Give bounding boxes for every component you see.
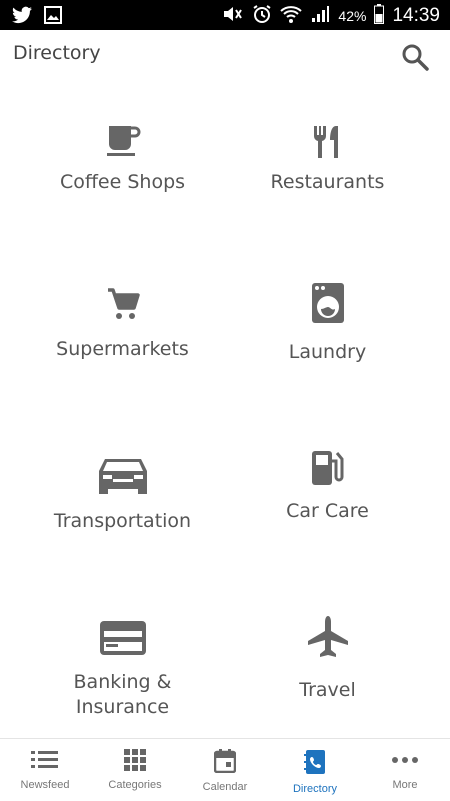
page-title: Directory [13, 42, 101, 64]
nav-label: Categories [108, 779, 162, 791]
search-button[interactable] [400, 42, 430, 72]
list-icon [31, 751, 58, 768]
laundry-icon [311, 283, 344, 323]
category-laundry[interactable]: Laundry [215, 282, 440, 365]
calendar-icon [214, 749, 236, 773]
category-travel[interactable]: Travel [215, 614, 440, 703]
category-label: Supermarkets [56, 338, 189, 360]
cart-icon [107, 288, 140, 319]
wifi-icon [280, 4, 303, 28]
contacts-book-icon [304, 750, 325, 774]
category-label: Laundry [288, 341, 367, 363]
battery-percent: 42% [338, 8, 367, 24]
category-transportation[interactable]: Transportation [10, 455, 235, 534]
nav-label: Directory [292, 783, 337, 795]
coffee-icon [106, 126, 140, 156]
category-label: Coffee Shops [59, 171, 186, 193]
category-coffee-shops[interactable]: Coffee Shops [10, 124, 235, 195]
grid-icon [124, 749, 146, 771]
fuel-icon [311, 451, 343, 485]
nav-label: More [392, 779, 418, 791]
nav-directory[interactable]: Directory [270, 739, 360, 801]
mute-icon [222, 4, 244, 28]
category-label: Restaurants [270, 171, 385, 193]
app-bar: Directory [0, 30, 450, 82]
category-label: Banking & Insurance [73, 671, 172, 718]
image-icon [44, 6, 62, 28]
signal-icon [310, 4, 330, 28]
car-icon [98, 459, 147, 494]
bottom-navigation: Newsfeed Categories Calendar Directory M… [0, 738, 450, 801]
category-supermarkets[interactable]: Supermarkets [10, 287, 235, 362]
battery-icon [374, 4, 385, 28]
nav-label: Calendar [202, 781, 248, 793]
nav-calendar[interactable]: Calendar [180, 739, 270, 801]
clock: 14:39 [392, 5, 440, 26]
category-car-care[interactable]: Car Care [215, 449, 440, 524]
status-bar: 42% 14:39 [0, 0, 450, 30]
twitter-icon [12, 6, 32, 28]
alarm-icon [252, 4, 272, 28]
credit-card-icon [99, 621, 146, 655]
category-restaurants[interactable]: Restaurants [215, 124, 440, 195]
category-label: Transportation [53, 510, 192, 532]
category-banking-insurance[interactable]: Banking & Insurance [10, 620, 235, 720]
airplane-icon [307, 616, 348, 657]
nav-label: Newsfeed [20, 779, 70, 791]
nav-categories[interactable]: Categories [90, 739, 180, 801]
search-icon [402, 44, 429, 71]
restaurant-icon [313, 126, 338, 158]
nav-more[interactable]: More [360, 739, 450, 801]
nav-newsfeed[interactable]: Newsfeed [0, 739, 90, 801]
more-icon [392, 757, 418, 763]
category-label: Travel [299, 679, 356, 701]
category-label: Car Care [286, 500, 369, 522]
